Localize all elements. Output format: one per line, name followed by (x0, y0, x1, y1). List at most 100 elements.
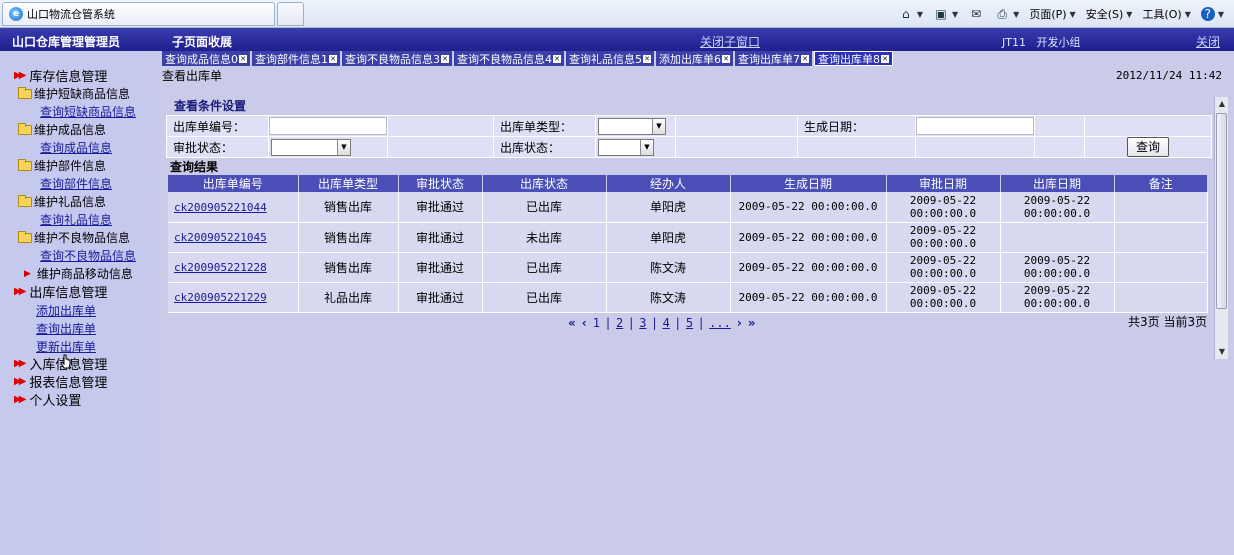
folder-icon (18, 158, 32, 171)
subtab-0[interactable]: 查询成品信息0 ✕ (162, 51, 250, 66)
type-cell: 销售出库 (298, 192, 399, 223)
order-no-cell: ck200905221044 (168, 192, 299, 223)
nav-group-defective[interactable]: 维护不良物品信息 (18, 229, 130, 246)
subtab-3[interactable]: 查询不良物品信息3 ✕ (342, 51, 452, 66)
page-link-1[interactable]: 1 (593, 316, 600, 330)
close-icon[interactable]: ✕ (239, 54, 247, 63)
col-order-type: 出库单类型 (298, 175, 399, 192)
empty-cell (387, 136, 494, 158)
close-icon[interactable]: ✕ (643, 54, 651, 63)
nav-link-query-shortage[interactable]: 查询短缺商品信息 (40, 103, 136, 120)
subtab-label: 查询出库单8 (818, 52, 880, 66)
create-date-input[interactable] (916, 117, 1034, 135)
scroll-thumb[interactable] (1216, 113, 1227, 309)
page-link-4[interactable]: 4 (663, 316, 670, 330)
close-link[interactable]: 关闭 (1196, 33, 1220, 50)
order-no-input[interactable] (269, 117, 387, 135)
mail-button[interactable]: ✉ (968, 7, 984, 21)
nav-outbound[interactable]: ▶▶ 出库信息管理 (14, 282, 107, 301)
out-status-cell: ▼ (595, 136, 676, 158)
nav-link-update-outbound[interactable]: 更新出库单 (36, 338, 96, 355)
approve-status-cell: ▼ (268, 136, 388, 158)
nav-group-shortage[interactable]: 维护短缺商品信息 (18, 85, 130, 102)
handler-cell: 陈文涛 (606, 282, 731, 313)
close-child-window-link[interactable]: 关闭子窗口 (700, 33, 760, 50)
home-button[interactable]: ⌂ ▼ (898, 7, 923, 21)
order-link[interactable]: ck200905221228 (174, 261, 267, 274)
handler-cell: 陈文涛 (606, 252, 731, 283)
nav-link-add-outbound[interactable]: 添加出库单 (36, 302, 96, 319)
page-link-more[interactable]: ... (709, 316, 731, 330)
col-out-status: 出库状态 (482, 175, 607, 192)
nav-group-label: 维护不良物品信息 (34, 231, 131, 245)
nav-link-query-gift[interactable]: 查询礼品信息 (40, 211, 112, 228)
prev-page-link[interactable]: ‹ (582, 316, 587, 330)
last-page-link[interactable]: » (748, 316, 756, 330)
first-page-link[interactable]: « (568, 316, 576, 330)
subtab-8[interactable]: 查询出库单8 ✕ (814, 51, 893, 66)
subpage-tabs: 查询成品信息0 ✕ 查询部件信息1 ✕ 查询不良物品信息3 ✕ 查询不良物品信息4 ✕ … (162, 51, 895, 66)
nav-group-gift[interactable]: 维护礼品信息 (18, 193, 106, 210)
nav-group-parts[interactable]: 维护部件信息 (18, 157, 106, 174)
next-page-link[interactable]: › (737, 316, 742, 330)
nav-report[interactable]: ▶▶ 报表信息管理 (14, 372, 107, 391)
subpage-collapse-toggle[interactable]: 子页面收展 (172, 33, 232, 50)
close-icon[interactable]: ✕ (722, 54, 730, 63)
order-link[interactable]: ck200905221045 (174, 231, 267, 244)
order-no-cell: ck200905221229 (168, 282, 299, 313)
nav-inventory[interactable]: ▶▶ 库存信息管理 (14, 66, 107, 85)
order-link[interactable]: ck200905221229 (174, 291, 267, 304)
empty-cell (1084, 115, 1212, 137)
feeds-button[interactable]: ▣ ▼ (933, 7, 958, 21)
close-icon[interactable]: ✕ (553, 54, 561, 63)
page-link-3[interactable]: 3 (639, 316, 646, 330)
close-icon[interactable]: ✕ (329, 54, 337, 63)
empty-cell (675, 136, 798, 158)
type-cell: 礼品出库 (298, 282, 399, 313)
order-link[interactable]: ck200905221044 (174, 201, 267, 214)
out-status-select[interactable]: ▼ (598, 138, 654, 156)
nav-personal[interactable]: ▶▶ 个人设置 (14, 390, 81, 409)
time-part: 00:00:00.0 (909, 267, 977, 280)
nav-link-query-defective[interactable]: 查询不良物品信息 (40, 247, 136, 264)
date-part: 2009-05-22 (909, 224, 977, 237)
vertical-scrollbar[interactable]: ▲ ▼ (1214, 97, 1228, 359)
page-link-5[interactable]: 5 (686, 316, 693, 330)
scroll-up-icon[interactable]: ▲ (1215, 97, 1229, 111)
hand-cursor-icon (60, 354, 71, 369)
subtab-6[interactable]: 添加出库单6 ✕ (656, 51, 733, 66)
nav-link-query-parts[interactable]: 查询部件信息 (40, 175, 112, 192)
close-icon[interactable]: ✕ (441, 54, 449, 63)
close-icon[interactable]: ✕ (801, 54, 809, 63)
nav-group-finished[interactable]: 维护成品信息 (18, 121, 106, 138)
subtab-5[interactable]: 查询礼品信息5 ✕ (566, 51, 654, 66)
scroll-down-icon[interactable]: ▼ (1215, 345, 1229, 359)
subtab-4[interactable]: 查询不良物品信息4 ✕ (454, 51, 564, 66)
page-menu[interactable]: 页面(P) ▼ (1029, 6, 1075, 22)
tools-menu[interactable]: 工具(O) ▼ (1142, 6, 1190, 22)
query-button[interactable]: 查询 (1127, 137, 1169, 157)
time-part: 00:00:00.0 (909, 237, 977, 250)
print-button[interactable]: ⎙ ▼ (994, 7, 1019, 21)
order-type-select[interactable]: ▼ (598, 117, 666, 135)
table-row: ck200905221228 销售出库 审批通过 已出库 陈文涛 2009-05… (168, 252, 1208, 283)
nav-link-query-outbound[interactable]: 查询出库单 (36, 320, 96, 337)
subtab-7[interactable]: 查询出库单7 ✕ (735, 51, 812, 66)
nav-outbound-label: 出库信息管理 (29, 286, 108, 301)
conditions-form: 出库单编号： 出库单类型： ▼ 生成日期： 审批状态： ▼ 出库状态： ▼ 查询 (166, 115, 1212, 158)
nav-link-query-finished[interactable]: 查询成品信息 (40, 139, 112, 156)
date-part: 2009-05-22 (909, 254, 977, 267)
close-icon[interactable]: ✕ (881, 54, 889, 63)
subtab-1[interactable]: 查询部件信息1 ✕ (252, 51, 340, 66)
approve-cell: 审批通过 (398, 252, 483, 283)
page-link-2[interactable]: 2 (616, 316, 623, 330)
page-info: 共3页 当前3页 (1128, 315, 1208, 329)
help-button[interactable]: ? ▼ (1200, 7, 1224, 21)
nav-report-label: 报表信息管理 (29, 376, 108, 391)
approve-status-select[interactable]: ▼ (271, 138, 351, 156)
new-tab-button[interactable] (277, 2, 304, 26)
safety-menu[interactable]: 安全(S) ▼ (1086, 6, 1133, 22)
page-title: 查看出库单 (162, 69, 223, 83)
nav-goods-move[interactable]: ▶ 维护商品移动信息 (20, 265, 133, 282)
browser-tab[interactable]: e 山口物流仓管系统 (2, 2, 275, 26)
